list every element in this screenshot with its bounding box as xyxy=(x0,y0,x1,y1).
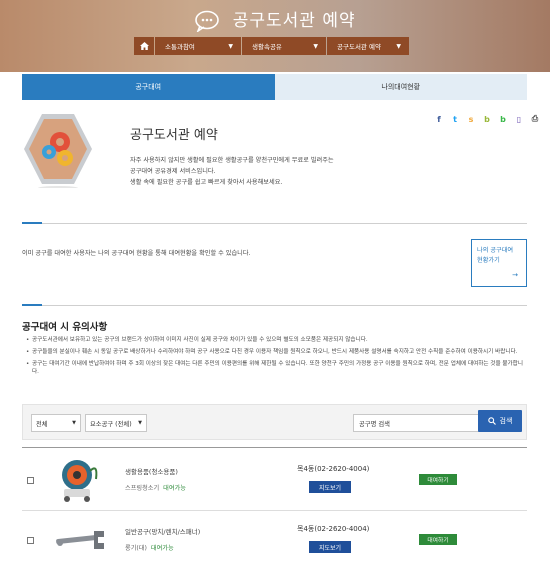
intro-description: 자주 사용하지 않지만 생활에 필요한 생활공구를 양천구민에게 무료로 빌려주… xyxy=(130,155,410,188)
facebook-icon[interactable]: f xyxy=(431,112,447,126)
list-item: 일반공구(망치/렌치/스패너) 롱기(대) 대여가능 목4동(02-2620-40… xyxy=(22,510,527,562)
tool-category-label: 롱기(대) xyxy=(125,545,147,552)
nav-menu-sharing[interactable]: 생활속공유 ▼ xyxy=(242,37,326,55)
status-badge: 대여가능 xyxy=(163,485,186,492)
select-value: 전체 xyxy=(36,420,48,428)
nav-label: 생활속공유 xyxy=(252,43,282,51)
tool-name: 일반공구(망치/렌치/스패너) xyxy=(125,528,201,536)
notice-item: 공구는 대여기간 이내에 반납하여야 하며 주 3회 이상의 잦은 대여는 다른… xyxy=(26,360,526,376)
nav-label: 공구도서관 예약 xyxy=(337,43,381,51)
select-value: 요소공구 (전체) xyxy=(90,420,132,428)
nav-label: 소통과참여 xyxy=(165,43,195,51)
rental-box-line: 나의 공구대여 xyxy=(477,247,514,254)
nav-menu-tool-library[interactable]: 공구도서관 예약 ▼ xyxy=(327,37,409,55)
section-accent xyxy=(22,304,42,306)
search-button[interactable]: 검색 xyxy=(478,410,522,432)
blog-icon[interactable]: b xyxy=(495,112,511,126)
list-item: 생활용품(청소용품) 스프링청소기 대여가능 목4동(02-2620-4004) … xyxy=(22,450,527,508)
rental-info-text: 이미 공구를 대여한 사용자는 나의 공구대여 현황을 통해 대여현황을 확인할… xyxy=(22,250,251,257)
list-top-border xyxy=(22,447,527,448)
tool-category: 롱기(대) 대여가능 xyxy=(125,543,174,552)
site-header: 공구도서관 예약 소통과참여 ▼ 생활속공유 ▼ 공구도서관 예약 ▼ xyxy=(0,0,550,72)
breadcrumb-nav: 소통과참여 ▼ 생활속공유 ▼ 공구도서관 예약 ▼ xyxy=(134,37,409,55)
tab-bar: 공구대여 나의대여현황 xyxy=(22,74,527,100)
item-checkbox[interactable] xyxy=(27,477,34,484)
intro-desc-line: 공구대여 공유경제 서비스입니다. xyxy=(130,168,216,175)
intro-title: 공구도서관 예약 xyxy=(130,128,218,143)
caret-down-icon: ▼ xyxy=(228,42,233,50)
rent-button[interactable]: 대여하기 xyxy=(419,534,457,545)
chat-bubble-icon xyxy=(194,10,220,34)
nav-menu-participation[interactable]: 소통과참여 ▼ xyxy=(155,37,241,55)
my-rental-status-link[interactable]: 나의 공구대여 현황가기 → xyxy=(471,239,527,287)
twitter-icon[interactable]: t xyxy=(447,112,463,126)
tab-my-rentals[interactable]: 나의대여현황 xyxy=(274,74,527,100)
header-title: 공구도서관 예약 xyxy=(232,11,356,31)
tool-image-wrench xyxy=(50,513,106,562)
tool-location: 목4동(02-2620-4004) xyxy=(297,525,370,533)
page-title-banner: 공구도서관 예약 xyxy=(0,6,550,34)
tool-library-hex-icon xyxy=(22,110,94,190)
caret-down-icon: ▼ xyxy=(138,420,142,426)
rental-box-line: 현황가기 xyxy=(477,257,500,264)
section-divider xyxy=(22,305,527,306)
notice-item: 공구도서관에서 보유하고 있는 공구의 브랜드가 상이하여 이미지 사진이 실제… xyxy=(26,336,526,344)
intro-desc-line: 자주 사용하지 않지만 생활에 필요한 생활공구를 양천구민에게 무료로 빌려주… xyxy=(130,157,334,164)
share-icons: f t s b b ▯ ⎙ xyxy=(431,112,543,126)
print-icon[interactable]: ⎙ xyxy=(527,112,543,126)
rent-button[interactable]: 대여하기 xyxy=(419,474,457,485)
status-badge: 대여가능 xyxy=(150,545,174,552)
tab-tool-rental[interactable]: 공구대여 xyxy=(22,74,275,100)
caret-down-icon: ▼ xyxy=(72,420,76,426)
home-icon[interactable] xyxy=(134,37,154,55)
view-map-button[interactable]: 지도보기 xyxy=(309,481,351,493)
caret-down-icon: ▼ xyxy=(396,42,401,50)
search-icon xyxy=(487,417,496,425)
notice-item: 공구들을의 분실이나 훼손 시 동일 공구로 배상하거나 수리하여야 하며 공구… xyxy=(26,348,526,356)
item-checkbox[interactable] xyxy=(27,537,34,544)
arrow-right-icon: → xyxy=(512,271,518,279)
search-bar: 전체 ▼ 요소공구 (전체) ▼ 공구명 검색 검색 xyxy=(22,404,527,440)
tool-category: 스프링청소기 대여가능 xyxy=(125,483,186,492)
region-select[interactable]: 전체 ▼ xyxy=(31,414,81,432)
kakaostory-icon[interactable]: s xyxy=(463,112,479,126)
caret-down-icon: ▼ xyxy=(313,42,318,50)
tool-image-vacuum xyxy=(50,453,106,505)
category-select[interactable]: 요소공구 (전체) ▼ xyxy=(85,414,147,432)
search-button-label: 검색 xyxy=(499,417,513,425)
view-map-button[interactable]: 지도보기 xyxy=(309,541,351,553)
tool-category-label: 스프링청소기 xyxy=(125,485,160,492)
tool-location: 목4동(02-2620-4004) xyxy=(297,465,370,473)
bookmark-icon[interactable]: ▯ xyxy=(511,112,527,126)
notice-list: 공구도서관에서 보유하고 있는 공구의 브랜드가 상이하여 이미지 사진이 실제… xyxy=(26,336,526,380)
section-divider xyxy=(22,223,527,224)
notice-title: 공구대여 시 유의사항 xyxy=(22,322,108,333)
section-accent xyxy=(22,222,42,224)
intro-desc-line: 생활 속에 필요한 공구를 쉽고 빠르게 찾아서 사용해보세요. xyxy=(130,179,283,186)
tool-name: 생활용품(청소용품) xyxy=(125,468,178,476)
band-icon[interactable]: b xyxy=(479,112,495,126)
